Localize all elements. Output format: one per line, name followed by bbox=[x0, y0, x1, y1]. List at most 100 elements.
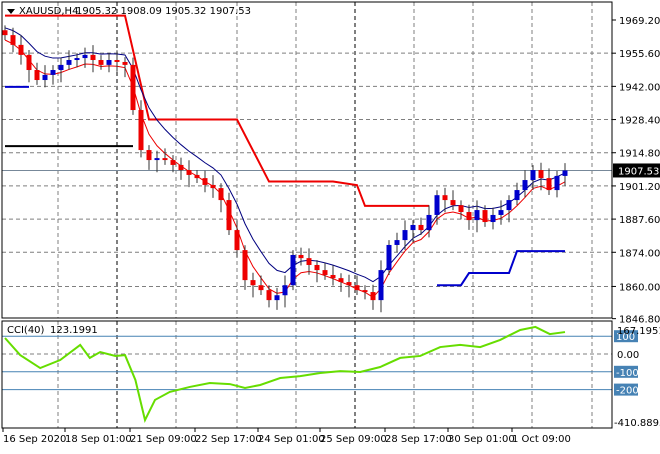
time-label: 30 Sep 01:00 bbox=[448, 434, 515, 445]
ohlc-label: 1905.32 1908.09 1905.32 1907.53 bbox=[76, 6, 251, 17]
bull-candle bbox=[402, 230, 408, 241]
cci-value: 123.1991 bbox=[50, 325, 98, 336]
price-tick-label: 1914.80 bbox=[619, 149, 660, 160]
bull-candle bbox=[74, 58, 80, 61]
bull-candle bbox=[522, 180, 528, 191]
bear-candle bbox=[186, 170, 192, 175]
cci-level-label: -200 bbox=[616, 386, 639, 397]
bull-candle bbox=[66, 60, 72, 65]
bull-candle bbox=[50, 70, 56, 75]
price-tick-label: 1942.00 bbox=[619, 82, 660, 93]
bull-candle bbox=[474, 210, 480, 221]
bull-candle bbox=[82, 54, 88, 59]
bull-candle bbox=[58, 64, 64, 71]
bear-candle bbox=[306, 258, 312, 265]
bear-candle bbox=[482, 210, 488, 223]
bear-candle bbox=[10, 35, 16, 45]
bear-candle bbox=[354, 285, 360, 291]
bear-candle bbox=[34, 70, 40, 81]
price-tick-label: 1901.20 bbox=[619, 182, 660, 193]
bear-candle bbox=[178, 164, 184, 171]
bear-candle bbox=[442, 195, 448, 201]
bull-candle bbox=[506, 200, 512, 211]
bull-candle bbox=[386, 244, 392, 271]
time-label: 16 Sep 2020 bbox=[3, 434, 66, 445]
bear-candle bbox=[250, 280, 256, 286]
bear-candle bbox=[170, 160, 176, 165]
bear-candle bbox=[146, 150, 152, 161]
bear-candle bbox=[162, 158, 168, 161]
bull-candle bbox=[530, 170, 536, 181]
bear-candle bbox=[258, 285, 264, 291]
price-axis: 1969.20 1955.60 1942.00 1928.40 1914.80 1901.… bbox=[612, 16, 660, 326]
bull-candle bbox=[498, 210, 504, 215]
bear-candle bbox=[338, 278, 344, 283]
moving-average-blue bbox=[4, 27, 566, 283]
bull-candle bbox=[514, 190, 520, 201]
indicator-lines bbox=[4, 14, 566, 423]
bear-candle bbox=[346, 282, 352, 286]
bear-candle bbox=[266, 290, 272, 301]
bull-candle bbox=[394, 240, 400, 245]
upper-band-line bbox=[5, 14, 429, 207]
cci-axis: 100-100-2000.00167.1951-410.8893 bbox=[614, 326, 660, 429]
bear-candle bbox=[130, 64, 136, 111]
bear-candle bbox=[234, 230, 240, 251]
bear-candle bbox=[122, 61, 128, 65]
cci-level-label: -100 bbox=[616, 368, 639, 379]
price-tick-label: 1928.40 bbox=[619, 116, 660, 127]
cci-min-label: -410.8893 bbox=[614, 418, 660, 429]
time-label: 18 Sep 01:00 bbox=[65, 434, 132, 445]
time-label: 24 Sep 01:00 bbox=[258, 434, 325, 445]
bull-candle bbox=[282, 285, 288, 296]
bull-candle bbox=[378, 270, 384, 301]
bear-candle bbox=[418, 224, 424, 231]
bear-candle bbox=[466, 212, 472, 221]
candles bbox=[2, 25, 568, 313]
current-price-label: 1907.53 bbox=[618, 166, 659, 177]
bull-candle bbox=[426, 214, 432, 231]
time-label: 21 Sep 09:00 bbox=[130, 434, 197, 445]
bear-candle bbox=[114, 60, 120, 62]
price-tick-label: 1860.00 bbox=[619, 282, 660, 293]
bear-candle bbox=[362, 290, 368, 293]
bear-candle bbox=[98, 60, 104, 65]
bear-candle bbox=[194, 174, 200, 179]
bull-candle bbox=[490, 214, 496, 223]
price-tick-label: 1887.60 bbox=[619, 215, 660, 226]
cci-max-label: 167.1951 bbox=[617, 326, 660, 337]
price-tick-label: 1874.00 bbox=[619, 248, 660, 259]
bear-candle bbox=[226, 200, 232, 231]
price-chart[interactable]: 1969.20 1955.60 1942.00 1928.40 1914.80 1901.… bbox=[0, 0, 660, 450]
bear-candle bbox=[458, 205, 464, 213]
bear-candle bbox=[202, 178, 208, 185]
bear-candle bbox=[242, 250, 248, 281]
time-axis: 16 Sep 202018 Sep 01:0021 Sep 09:0022 Se… bbox=[2, 428, 571, 445]
price-tick-label: 1846.80 bbox=[619, 315, 660, 326]
lower-band-line bbox=[437, 250, 565, 287]
bull-candle bbox=[42, 74, 48, 81]
bear-candle bbox=[2, 30, 8, 36]
price-tick-label: 1955.60 bbox=[619, 49, 660, 60]
bear-candle bbox=[546, 178, 552, 191]
bull-candle bbox=[562, 170, 568, 176]
bear-candle bbox=[18, 44, 24, 55]
price-tick-label: 1969.20 bbox=[619, 16, 660, 27]
bear-candle bbox=[370, 292, 376, 301]
bull-candle bbox=[274, 295, 280, 301]
symbol-label: XAUUSD,H4 bbox=[19, 6, 78, 17]
bull-candle bbox=[290, 254, 296, 286]
bear-candle bbox=[298, 254, 304, 259]
bear-candle bbox=[538, 170, 544, 179]
moving-average-red bbox=[4, 39, 566, 298]
bear-candle bbox=[26, 54, 32, 71]
bull-candle bbox=[410, 224, 416, 231]
bull-candle bbox=[554, 175, 560, 191]
bear-candle bbox=[322, 270, 328, 275]
bear-candle bbox=[210, 184, 216, 189]
cci-line bbox=[4, 325, 566, 423]
cci-label: CCI(40) bbox=[7, 325, 45, 336]
collapse-triangle-icon[interactable] bbox=[7, 9, 15, 14]
bear-candle bbox=[90, 54, 96, 61]
bear-candle bbox=[330, 274, 336, 279]
